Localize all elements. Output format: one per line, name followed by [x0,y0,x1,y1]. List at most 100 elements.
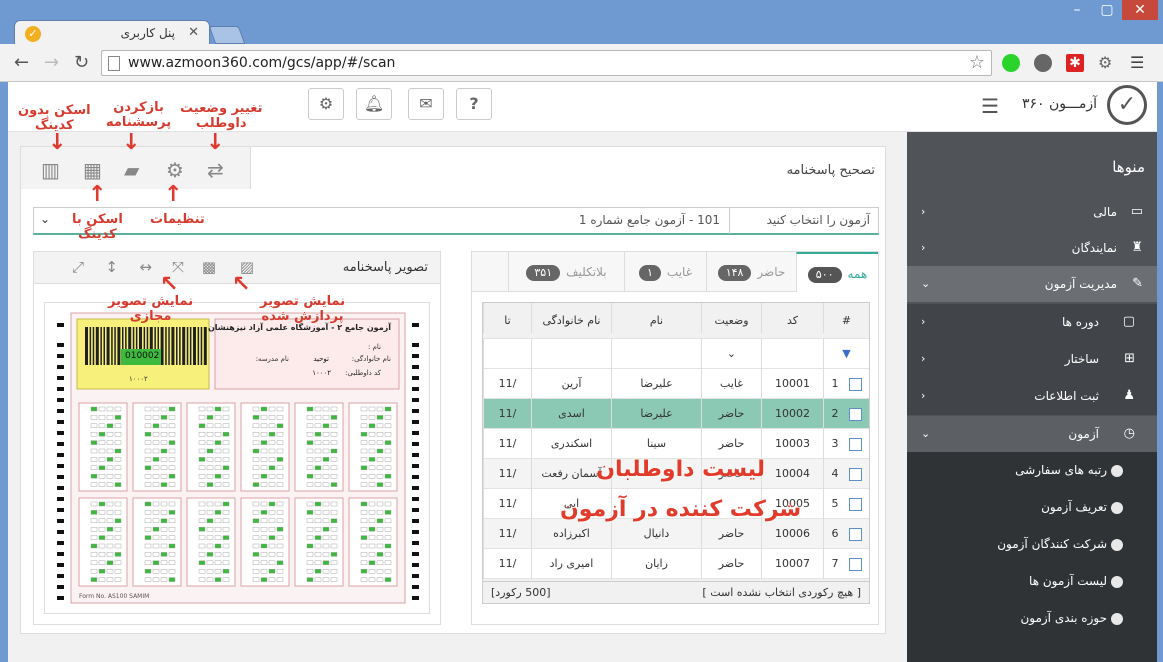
tab-all[interactable]: همه ۵۰۰ [796,252,878,292]
forward-arrow-icon[interactable]: → [44,52,59,73]
settings-button[interactable]: ⚙ [308,88,344,120]
row-checkbox[interactable] [848,497,862,511]
user-add-icon: ♟ [1123,388,1135,403]
date-cell: /11 [483,549,531,579]
tab-label: غایب [666,265,692,279]
settings-gear-icon[interactable]: ⚙ [166,158,184,182]
first-name-cell: علیرضا [611,369,701,399]
sidebar-item-data-entry[interactable]: ♟ ثبت اطلاعات ‹ [907,378,1157,415]
messages-button[interactable]: ✉ [408,88,444,120]
filter-first-name[interactable] [611,339,701,369]
date-cell: /11 [483,429,531,459]
sidebar-item-courses[interactable]: ▢ دوره ها ‹ [907,304,1157,341]
col-status[interactable]: وضعیت [701,303,761,333]
filter-status-chevron-down-icon[interactable]: ⌄ [701,339,761,369]
arrow-up-icon: ↑ [164,182,183,207]
notifications-button[interactable]: 🔔︎ [356,88,392,120]
sidebar-item-structure[interactable]: ⊞ ساختار ‹ [907,341,1157,378]
new-tab-button[interactable] [208,26,246,44]
fit-height-icon[interactable]: ↕ [105,258,118,276]
answer-sheet-title: تصویر پاسخنامه [342,260,428,275]
col-date[interactable]: تا [483,303,531,333]
gear-extension-icon[interactable]: ⚙ [1098,54,1116,72]
arrow-up-icon: ↑ [88,182,107,207]
sheet-form-number: Form No. AS100 SAMIM [79,593,150,600]
app-area: ⚙ 🔔︎ ✉ ? ✓ آزمـــون ۳۶۰ ☰ منوها ▭ مالی ‹ ♜… [8,82,1157,662]
scan-no-coding-barcode-icon[interactable]: ▥ [41,158,60,182]
sidebar-item-finance[interactable]: ▭ مالی ‹ [907,194,1157,230]
filter-date[interactable] [483,339,531,369]
last-name-cell: آرین [531,369,611,399]
asterisk-extension-icon[interactable]: ✱ [1066,54,1084,72]
col-last-name[interactable]: نام خانوادگی [531,303,611,333]
tab-undecided[interactable]: بلاتکلیف ۳۵۱ [508,252,624,292]
col-first-name[interactable]: نام [611,303,701,333]
fit-width-icon[interactable]: ↔ [139,258,152,276]
tab-present[interactable]: حاضر ۱۴۸ [706,252,796,292]
open-folder-icon[interactable]: ▰ [124,158,139,182]
filter-code[interactable] [761,339,823,369]
sheet-family-value: توحید [313,355,329,363]
annotation-processed-image: نمایش تصویر پردازش شده [260,294,346,324]
filter-last-name[interactable] [531,339,611,369]
col-code[interactable]: کد [761,303,823,333]
date-cell: /11 [483,399,531,429]
help-button[interactable]: ? [456,88,492,120]
film-extension-icon[interactable] [1034,54,1052,72]
bullet-icon [1111,502,1123,514]
tab-strip: ✓ پنل کاربری ✕ – ▢ ✕ [0,0,1163,46]
hamburger-menu-icon[interactable]: ☰ [981,94,999,118]
help-icon: ? [469,94,479,113]
minimize-button[interactable]: – [1062,0,1092,20]
sidebar-subitem-define-exam[interactable]: تعریف آزمون [907,489,1157,526]
bookmark-star-icon[interactable]: ☆ [969,52,985,73]
sidebar-item-agents[interactable]: ♜ نمایندگان ‹ [907,230,1157,266]
row-checkbox[interactable] [848,557,862,571]
reload-icon[interactable]: ↻ [74,52,89,73]
table-row[interactable]: 2 10002 حاضر علیرضا اسدی/11 [483,399,869,429]
chevron-down-icon: ⌄ [921,277,931,290]
exam-select-placeholder: آزمون را انتخاب کنید [766,213,870,227]
row-checkbox[interactable] [848,527,862,541]
row-checkbox[interactable] [848,467,862,481]
maximize-button[interactable]: ▢ [1092,0,1122,20]
date-cell: /11 [483,459,531,489]
swap-status-icon[interactable]: ⇄ [207,158,224,182]
sidebar-subitem-exam-zoning[interactable]: حوزه بندی آزمون [907,600,1157,637]
sidebar-subitem-exam-list[interactable]: لیست آزمون ها [907,563,1157,600]
sidebar-item-label: دوره ها [1061,315,1099,329]
table-row[interactable]: 7 10007 حاضر رایان امیری راد/11 [483,549,869,579]
expand-icon[interactable]: ⤢ [72,258,84,276]
close-tab-icon[interactable]: ✕ [188,25,199,40]
close-window-button[interactable]: ✕ [1122,0,1158,20]
row-checkbox[interactable] [848,437,862,451]
sidebar-item-exam-management[interactable]: ✎ مدیریت آزمون ⌄ [907,266,1157,302]
browser-tab[interactable]: ✓ پنل کاربری ✕ [14,20,210,46]
filter-icon[interactable]: ▼ [823,339,869,369]
address-bar[interactable]: www.azmoon360.com/gcs/app/#/scan ☆ [101,50,992,76]
sidebar-item-exam[interactable]: ◷ آزمون ⌄ [907,416,1157,452]
scan-with-coding-barcode-icon[interactable]: ▦ [83,158,102,182]
green-extension-icon[interactable] [1002,54,1020,72]
sidebar-subitem-custom-ranks[interactable]: رتبه های سفارشی [907,452,1157,489]
chevron-down-icon[interactable]: ⌄ [40,212,50,226]
row-checkbox[interactable] [848,407,862,421]
sidebar: منوها ▭ مالی ‹ ♜ نمایندگان ‹ ✎ مدیریت آزمون ⌄ … [907,132,1157,662]
grid-footer: [ هیچ رکوردی انتخاب نشده است ] [500 رکور… [483,581,869,603]
arrow-down-icon: ↓ [48,130,67,155]
annotation-scan-no-coding: اسکن بدون کدینگ [18,103,91,133]
browser-window: ✓ پنل کاربری ✕ – ▢ ✕ ← → ↻ www.azmoon360… [0,0,1163,662]
annotation-settings: تنظیمات [150,212,205,227]
qr-icon[interactable]: ▩ [202,258,216,276]
bullet-icon [1111,576,1123,588]
sheet-code-label: کد داوطلبی: [345,369,381,377]
sidebar-subitem-participants[interactable]: شرکت کنندگان آزمون [907,526,1157,563]
chevron-left-icon: ‹ [921,241,926,254]
chrome-menu-icon[interactable]: ☰ [1130,54,1148,72]
row-index-cell: 7 [823,549,869,579]
grid-filter-row: ▼ ⌄ [483,339,869,369]
row-checkbox[interactable] [848,377,862,391]
tab-absent[interactable]: غایب ۱ [624,252,706,292]
back-arrow-icon[interactable]: ← [14,52,29,73]
table-row[interactable]: 1 10001 غایب علیرضا آرین/11 [483,369,869,399]
